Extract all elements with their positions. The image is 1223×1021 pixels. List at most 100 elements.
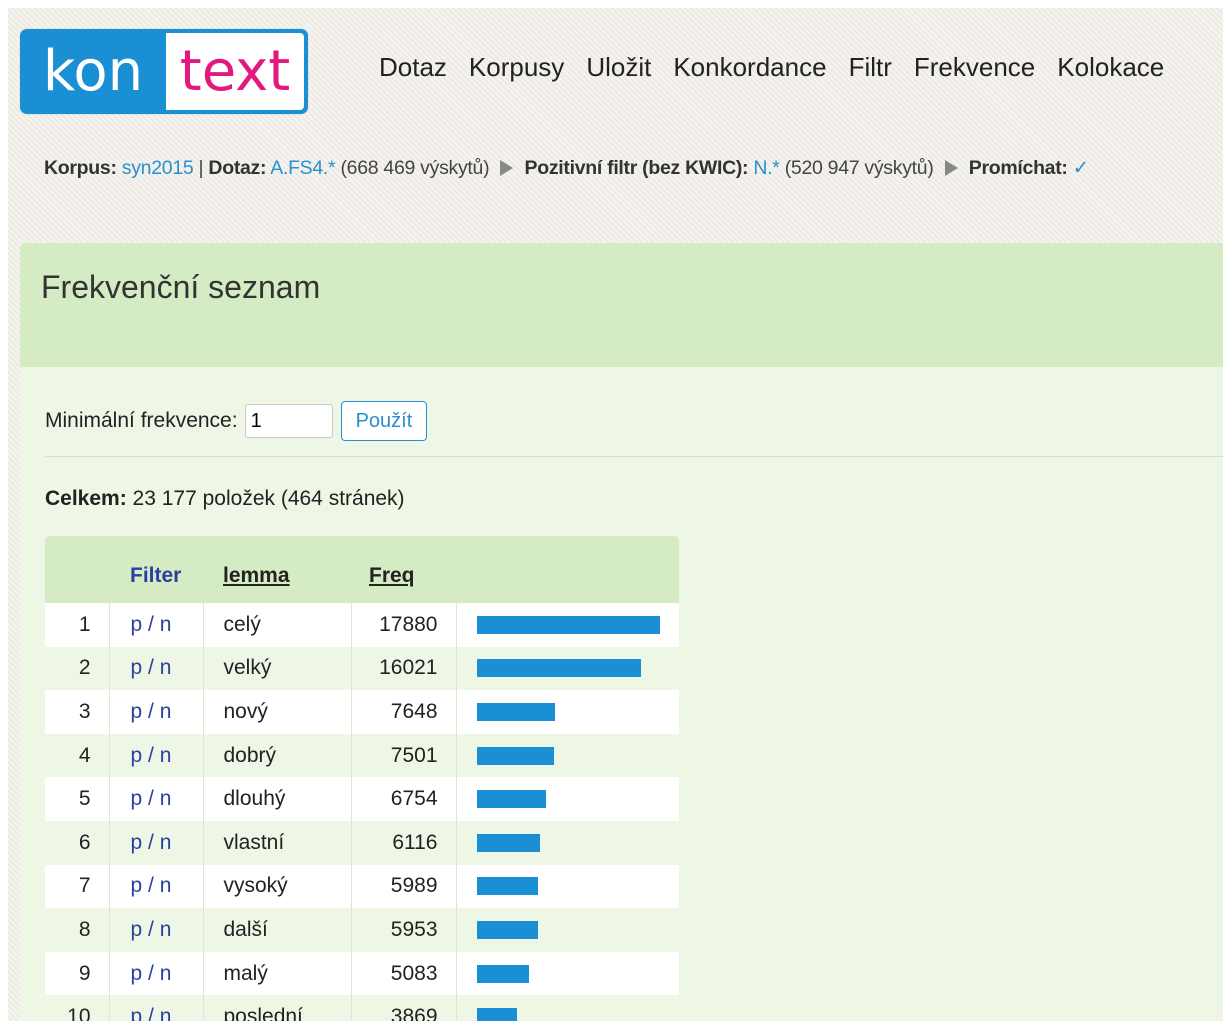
filter-negative-link[interactable]: n	[160, 1005, 172, 1021]
filter-negative-link[interactable]: n	[160, 787, 172, 810]
filter-separator: /	[148, 874, 154, 898]
menu-item-dotaz[interactable]: Dotaz	[379, 52, 447, 83]
filter-positive-link[interactable]: p	[131, 744, 143, 767]
filter-positive-link[interactable]: p	[131, 613, 143, 636]
filter-negative-link[interactable]: n	[160, 700, 172, 723]
filter-link[interactable]: N.*	[753, 157, 780, 179]
row-number: 6	[45, 820, 110, 865]
filter-negative-link[interactable]: n	[160, 874, 172, 897]
page: kon text Dotaz Korpusy Uložit Konkordance Fi…	[8, 8, 1223, 1021]
filter-negative-link[interactable]: n	[160, 744, 172, 767]
row-filter: p / n	[109, 733, 204, 778]
row-filter: p / n	[109, 603, 204, 647]
divider	[45, 456, 1223, 457]
row-bar-cell	[456, 733, 679, 778]
apply-button[interactable]: Použít	[340, 401, 428, 441]
filter-positive-link[interactable]: p	[131, 656, 143, 679]
row-lemma: vlastní	[203, 820, 352, 865]
filter-positive-link[interactable]: p	[131, 831, 143, 854]
row-filter: p / n	[109, 908, 204, 952]
row-freq: 5083	[351, 951, 457, 996]
row-number: 10	[45, 995, 110, 1021]
arrow-right-icon	[944, 160, 958, 176]
shuffle-label: Promíchat:	[968, 157, 1068, 179]
row-lemma: malý	[203, 951, 352, 996]
table-row: 6p / n vlastní 6116	[45, 820, 679, 865]
table-row: 1p / n celý 17880	[45, 603, 679, 647]
menu-item-kolokace[interactable]: Kolokace	[1057, 52, 1164, 83]
row-bar-cell	[456, 908, 679, 952]
row-filter: p / n	[109, 951, 204, 996]
logo-kon-text: kon	[42, 39, 144, 104]
frequency-bar	[476, 877, 538, 896]
frequency-panel: Frekvenční seznam Minimální frekvence: P…	[20, 243, 1223, 1021]
filter-positive-link[interactable]: p	[131, 1005, 143, 1021]
menu-item-uložit[interactable]: Uložit	[586, 52, 651, 83]
filter-separator: /	[148, 830, 154, 854]
table-row: 3p / n nový 7648	[45, 690, 679, 734]
row-freq: 7648	[351, 690, 457, 734]
filter-separator: /	[148, 787, 154, 811]
corpus-link[interactable]: syn2015	[122, 157, 194, 179]
main-menu: Dotaz Korpusy Uložit Konkordance Filtr Frekve…	[379, 52, 1186, 83]
filter-positive-link[interactable]: p	[131, 787, 143, 810]
frequency-bar	[476, 659, 641, 678]
row-bar-cell	[456, 820, 679, 865]
menu-item-frekvence[interactable]: Frekvence	[914, 52, 1035, 83]
corpus-label: Korpus:	[44, 157, 117, 179]
table-row: 7p / n vysoký 5989	[45, 864, 679, 909]
query-count: (668 469 výskytů)	[340, 157, 490, 179]
query-link[interactable]: A.FS4.*	[270, 157, 335, 179]
frequency-bar	[476, 833, 540, 852]
arrow-right-icon	[500, 160, 514, 176]
table-row: 4p / n dobrý 7501	[45, 733, 679, 778]
total-summary: Celkem: 23 177 položek (464 stránek)	[45, 487, 405, 511]
frequency-bar	[476, 790, 546, 809]
breadcrumb: Korpus: syn2015 | Dotaz: A.FS4.* (668 46…	[44, 156, 1089, 180]
row-freq: 16021	[351, 646, 457, 691]
filter-positive-link[interactable]: p	[131, 962, 143, 985]
header-lemma-sort-link[interactable]: lemma	[203, 536, 351, 603]
filter-separator: /	[148, 1005, 154, 1021]
table-row: 5p / n dlouhý 6754	[45, 777, 679, 821]
table-row: 8p / n další 5953	[45, 908, 679, 952]
row-freq: 7501	[351, 733, 457, 778]
row-lemma: dlouhý	[203, 777, 352, 821]
row-bar-cell	[456, 952, 679, 996]
row-number: 3	[45, 690, 110, 734]
filter-negative-link[interactable]: n	[160, 656, 172, 679]
header-freq-sort-link[interactable]: Freq	[351, 536, 456, 603]
check-icon: ✓	[1072, 157, 1089, 179]
min-frequency-label: Minimální frekvence:	[45, 409, 238, 432]
row-freq: 3869	[351, 995, 457, 1021]
filter-negative-link[interactable]: n	[160, 831, 172, 854]
menu-item-konkordance[interactable]: Konkordance	[673, 52, 826, 83]
row-bar-cell	[456, 646, 679, 691]
header-num	[45, 536, 109, 603]
menu-item-filtr[interactable]: Filtr	[849, 52, 892, 83]
frequency-bar	[476, 615, 660, 634]
filter-negative-link[interactable]: n	[160, 962, 172, 985]
kontext-logo[interactable]: kon text	[20, 29, 308, 114]
filter-negative-link[interactable]: n	[160, 918, 172, 941]
filter-positive-link[interactable]: p	[131, 700, 143, 723]
table-row: 10 p / n poslední 3869	[45, 995, 679, 1021]
filter-positive-link[interactable]: p	[131, 918, 143, 941]
panel-title: Frekvenční seznam	[41, 269, 321, 305]
row-bar-cell	[456, 603, 679, 647]
filter-separator: /	[148, 743, 154, 767]
row-freq: 6116	[351, 820, 457, 865]
filter-negative-link[interactable]: n	[160, 613, 172, 636]
filter-separator: /	[148, 612, 154, 636]
table-row: 2p / n velký 16021	[45, 646, 679, 691]
filter-separator: /	[148, 656, 154, 680]
filter-positive-link[interactable]: p	[131, 874, 143, 897]
row-number: 5	[45, 777, 110, 821]
row-filter: p / n	[109, 646, 204, 691]
min-frequency-input[interactable]	[244, 404, 333, 438]
frequency-bar	[476, 746, 554, 765]
filter-separator: /	[148, 917, 154, 941]
menu-item-korpusy[interactable]: Korpusy	[469, 52, 564, 83]
row-filter: p / n	[109, 995, 204, 1021]
total-label: Celkem:	[45, 487, 127, 510]
